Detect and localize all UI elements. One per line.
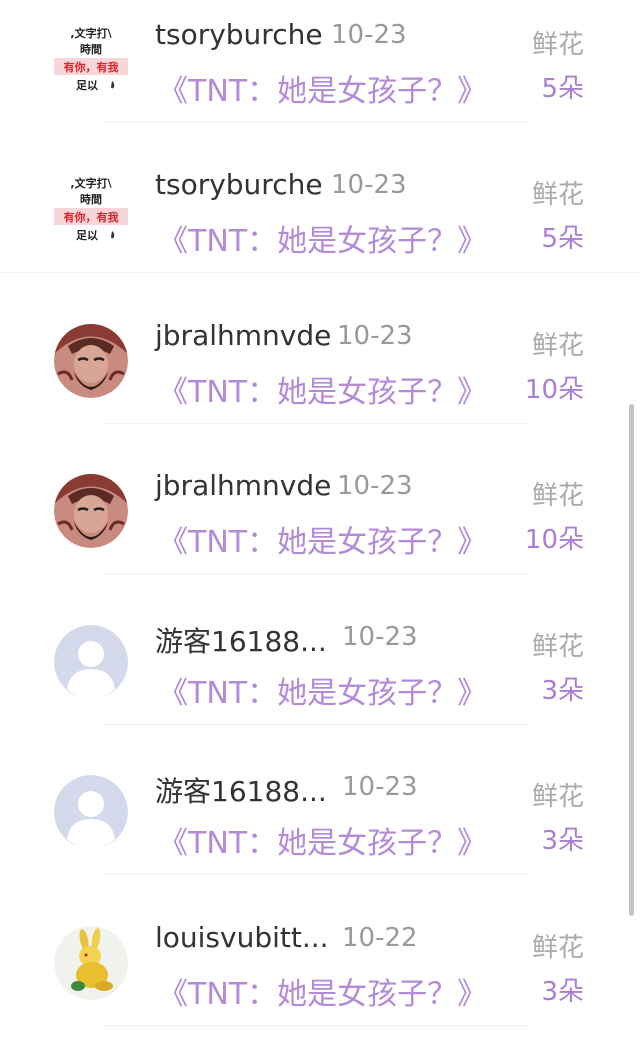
gift-amount: 3朵 <box>541 977 584 1007</box>
work-title-link[interactable]: 《TNT：她是女孩子？》 <box>158 818 487 862</box>
username[interactable]: jbralhmnvde <box>155 319 331 352</box>
avatar[interactable] <box>54 926 128 1000</box>
list-item[interactable]: ,文字打\ 時間 有你，有我 足以 tsoryburche 10-23 鲜花 《… <box>0 150 640 300</box>
username[interactable]: tsoryburche <box>155 168 323 201</box>
avatar-text-line: 足以 <box>76 229 98 242</box>
timestamp: 10-23 <box>337 321 413 351</box>
gift-amount: 10朵 <box>524 525 584 555</box>
list-item[interactable]: jbralhmnvde 10-23 鲜花 《TNT：她是女孩子？》 10朵 <box>0 301 640 451</box>
avatar-text-line: 時間 <box>80 42 102 56</box>
list-item[interactable]: jbralhmnvde 10-23 鲜花 《TNT：她是女孩子？》 10朵 <box>0 451 640 601</box>
divider <box>105 573 530 574</box>
avatar[interactable] <box>54 625 128 699</box>
default-user-icon <box>54 625 128 699</box>
gift-amount: 5朵 <box>541 74 584 104</box>
timestamp: 10-23 <box>337 471 413 501</box>
gift-type-label: 鲜花 <box>531 30 584 60</box>
divider <box>0 272 640 273</box>
gift-amount: 3朵 <box>541 676 584 706</box>
username[interactable]: 游客16188... <box>155 770 327 810</box>
work-title-link[interactable]: 《TNT：她是女孩子？》 <box>158 668 487 712</box>
username[interactable]: louisvubitt... <box>155 921 329 954</box>
gift-type-label: 鲜花 <box>531 933 584 963</box>
gift-type-label: 鲜花 <box>531 782 584 812</box>
list-item[interactable]: ,文字打\ 時間 有你，有我 足以 tsoryburche 10-23 鲜花 《… <box>0 0 640 150</box>
timestamp: 10-22 <box>342 923 418 953</box>
work-title-link[interactable]: 《TNT：她是女孩子？》 <box>158 969 487 1013</box>
warrior-portrait-icon <box>54 324 128 398</box>
work-title-link[interactable]: 《TNT：她是女孩子？》 <box>158 66 487 110</box>
list-item[interactable]: 游客16188... 10-23 鲜花 《TNT：她是女孩子？》 3朵 <box>0 752 640 902</box>
gift-amount: 10朵 <box>524 375 584 405</box>
username[interactable]: tsoryburche <box>155 18 323 51</box>
work-title-link[interactable]: 《TNT：她是女孩子？》 <box>158 367 487 411</box>
username[interactable]: jbralhmnvde <box>155 469 331 502</box>
avatar-text-line: ,文字打\ <box>70 26 112 40</box>
divider <box>105 874 530 875</box>
timestamp: 10-23 <box>342 772 418 802</box>
work-title-link[interactable]: 《TNT：她是女孩子？》 <box>158 517 487 561</box>
gift-type-label: 鲜花 <box>531 632 584 662</box>
avatar[interactable]: ,文字打\ 時間 有你，有我 足以 <box>54 23 128 97</box>
avatar-text-line: 有你，有我 <box>64 210 119 224</box>
avatar-text-line: 足以 <box>76 79 98 92</box>
scrollbar[interactable] <box>629 404 634 916</box>
warrior-portrait-icon <box>54 474 128 548</box>
divider <box>105 724 530 725</box>
avatar-text-line: ,文字打\ <box>70 176 112 190</box>
gift-amount: 3朵 <box>541 826 584 856</box>
divider <box>105 122 530 123</box>
timestamp: 10-23 <box>331 170 407 200</box>
golden-rabbit-icon <box>54 926 128 1000</box>
timestamp: 10-23 <box>331 20 407 50</box>
avatar[interactable]: ,文字打\ 時間 有你，有我 足以 <box>54 173 128 247</box>
avatar-text-line: 有你，有我 <box>64 60 119 74</box>
avatar[interactable] <box>54 474 128 548</box>
list-item[interactable]: louisvubitt... 10-22 鲜花 《TNT：她是女孩子？》 3朵 <box>0 903 640 1053</box>
divider <box>105 1025 530 1026</box>
list-item[interactable]: 游客16188... 10-23 鲜花 《TNT：她是女孩子？》 3朵 <box>0 602 640 752</box>
avatar[interactable] <box>54 775 128 849</box>
username[interactable]: 游客16188... <box>155 620 327 660</box>
avatar-text-line: 時間 <box>80 192 102 206</box>
gift-type-label: 鲜花 <box>531 331 584 361</box>
work-title-link[interactable]: 《TNT：她是女孩子？》 <box>158 216 487 260</box>
avatar[interactable] <box>54 324 128 398</box>
gift-record-list: ,文字打\ 時間 有你，有我 足以 tsoryburche 10-23 鲜花 《… <box>0 0 640 1055</box>
gift-type-label: 鲜花 <box>531 180 584 210</box>
timestamp: 10-23 <box>342 622 418 652</box>
divider <box>105 423 530 424</box>
default-user-icon <box>54 775 128 849</box>
gift-amount: 5朵 <box>541 224 584 254</box>
gift-type-label: 鲜花 <box>531 481 584 511</box>
